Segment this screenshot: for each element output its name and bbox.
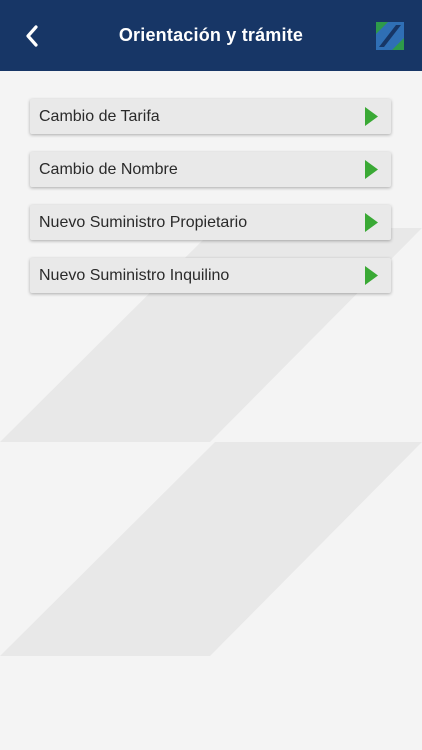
menu-item-label: Cambio de Tarifa xyxy=(39,108,160,125)
menu-item-label: Nuevo Suministro Propietario xyxy=(39,214,248,231)
menu-item-nuevo-suministro-propietario[interactable]: Nuevo Suministro Propietario xyxy=(30,205,391,240)
play-arrow-icon xyxy=(365,160,378,179)
play-arrow-icon xyxy=(365,213,378,232)
menu-item-cambio-tarifa[interactable]: Cambio de Tarifa xyxy=(30,99,391,134)
brand-logo-icon xyxy=(376,22,404,50)
menu-item-cambio-nombre[interactable]: Cambio de Nombre xyxy=(30,152,391,187)
app-header: Orientación y trámite xyxy=(0,0,422,71)
back-button[interactable] xyxy=(14,18,50,54)
menu-item-label: Nuevo Suministro Inquilino xyxy=(39,267,230,284)
menu-item-label: Cambio de Nombre xyxy=(39,161,178,178)
page-title: Orientación y trámite xyxy=(118,25,304,45)
chevron-left-icon xyxy=(26,25,38,47)
play-arrow-icon xyxy=(365,266,378,285)
menu-item-nuevo-suministro-inquilino[interactable]: Nuevo Suministro Inquilino xyxy=(30,258,391,293)
play-arrow-icon xyxy=(365,107,378,126)
procedures-menu: Cambio de Tarifa Cambio de Nombre Nuevo … xyxy=(30,99,391,311)
